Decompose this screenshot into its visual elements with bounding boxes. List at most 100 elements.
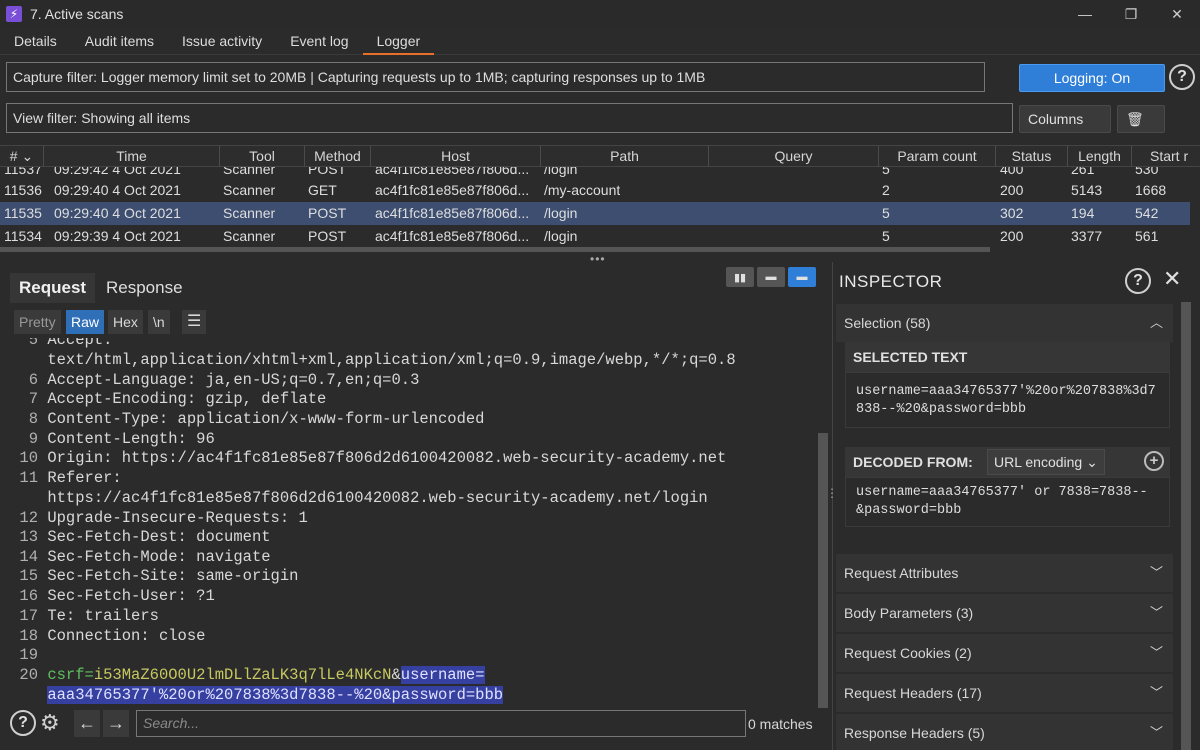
column-header-path[interactable]: Path (541, 146, 709, 167)
capture-filter-bar[interactable]: Capture filter: Logger memory limit set … (6, 62, 985, 92)
chevron-down-icon: ﹀ (1149, 685, 1163, 700)
section-request-cookies[interactable]: Request Cookies (2) ﹀ (836, 634, 1173, 672)
table-header: # ⌄ Time Tool Method Host Path Query Par… (0, 145, 1200, 167)
column-header-time[interactable]: Time (44, 146, 220, 167)
menu-icon[interactable]: ☰ (182, 310, 207, 334)
layout-stacked-icon[interactable]: ▬ (757, 267, 785, 287)
editor-scrollbar[interactable] (818, 433, 828, 708)
table-horizontal-scrollbar[interactable] (0, 247, 990, 252)
inspector-title: INSPECTOR (839, 272, 943, 291)
tab-response[interactable]: Response (97, 273, 192, 303)
clear-log-button[interactable]: 🗑 ⌄ (1117, 105, 1165, 153)
code-line: 18 Connection: close (19, 627, 206, 645)
decoded-from-box: DECODED FROM: URL encoding ⌄ + username=… (845, 447, 1170, 527)
burp-bolt-icon: ⚡ (6, 6, 22, 22)
column-header-host[interactable]: Host (371, 146, 541, 167)
chevron-down-icon: ﹀ (1149, 565, 1163, 580)
selected-text-value[interactable]: username=aaa34765377'%20or%207838%3d7838… (845, 372, 1170, 428)
add-icon[interactable]: + (1144, 451, 1164, 471)
columns-label: Columns (1028, 111, 1084, 127)
selected-text-box: SELECTED TEXT username=aaa34765377'%20or… (845, 342, 1170, 428)
newline-toggle-button[interactable]: \n (148, 310, 170, 334)
code-line: 17 Te: trailers (19, 607, 159, 625)
match-count: 0 matches (748, 716, 813, 732)
window-title: 7. Active scans (30, 6, 124, 22)
column-header-status[interactable]: Status (996, 146, 1068, 167)
selected-text-header: SELECTED TEXT (845, 342, 1170, 372)
arrow-right-icon[interactable]: → (103, 710, 129, 737)
code-line: 5 Accept: (28, 338, 113, 349)
decoded-from-header: DECODED FROM: URL encoding ⌄ + (845, 447, 1170, 477)
tab-event-log[interactable]: Event log (276, 28, 362, 55)
code-line: 16 Sec-Fetch-User: ?1 (19, 587, 215, 605)
maximize-icon[interactable]: ❐ (1108, 0, 1154, 28)
search-input[interactable]: Search... (136, 710, 746, 737)
code-line: https://ac4f1fc81e85e87f806d2d6100420082… (47, 489, 708, 507)
tab-issue-activity[interactable]: Issue activity (168, 28, 276, 55)
pretty-button[interactable]: Pretty (14, 310, 61, 334)
close-icon[interactable]: ✕ (1154, 0, 1200, 28)
section-request-headers[interactable]: Request Headers (17) ﹀ (836, 674, 1173, 712)
column-header-num[interactable]: # ⌄ (0, 146, 44, 167)
request-response-panel: Request Response ▮▮ ▬ ▬ Pretty Raw Hex \… (10, 265, 828, 710)
code-line-body-wrap: aaa34765377'%20or%207838%3d7838--%20&pas… (10, 685, 504, 705)
layout-side-by-side-icon[interactable]: ▮▮ (726, 267, 754, 287)
raw-button[interactable]: Raw (66, 310, 105, 334)
chevron-down-icon: ⌄ (1086, 454, 1098, 470)
column-header-method[interactable]: Method (305, 146, 371, 167)
column-header-param-count[interactable]: Param count (879, 146, 996, 167)
section-body-parameters[interactable]: Body Parameters (3) ﹀ (836, 594, 1173, 632)
tab-audit-items[interactable]: Audit items (71, 28, 168, 55)
chevron-up-icon: ︿ (1149, 315, 1163, 330)
table-row[interactable]: 11536 09:29:40 4 Oct 2021 Scanner GET ac… (0, 179, 1190, 202)
code-line: 9 Content-Length: 96 (28, 430, 215, 448)
decoded-text-value[interactable]: username=aaa34765377' or 7838=7838-- &pa… (845, 477, 1170, 527)
hex-button[interactable]: Hex (108, 310, 143, 334)
code-line: 19 (19, 646, 38, 664)
chevron-down-icon: ﹀ (1149, 645, 1163, 660)
arrow-left-icon[interactable]: ← (74, 710, 100, 737)
table-row-selected[interactable]: 11535 09:29:40 4 Oct 2021 Scanner POST a… (0, 202, 1190, 225)
column-header-start[interactable]: Start r (1132, 146, 1200, 167)
tab-logger[interactable]: Logger (362, 28, 435, 55)
help-icon[interactable]: ? (1125, 268, 1151, 294)
tab-bar: Details Audit items Issue activity Event… (0, 28, 1200, 55)
help-icon[interactable]: ? (10, 710, 36, 736)
selected-text: aaa34765377'%20or%207838%3d7838--%20&pas… (47, 686, 504, 704)
settings-gear-icon[interactable]: ⚙ (40, 710, 60, 736)
view-filter-bar[interactable]: View filter: Showing all items (6, 103, 1013, 133)
section-response-headers[interactable]: Response Headers (5) ﹀ (836, 714, 1173, 750)
trash-icon: 🗑 (1126, 111, 1144, 127)
request-editor[interactable]: 5 Accept: text/html,application/xhtml+xm… (10, 338, 818, 708)
log-table: 11537 09:29:42 4 Oct 2021 Scanner POST a… (0, 167, 1190, 247)
code-line: 11 Referer: (19, 469, 122, 487)
code-line: 13 Sec-Fetch-Dest: document (19, 528, 271, 546)
code-line: 7 Accept-Encoding: gzip, deflate (28, 390, 327, 408)
code-line: 10 Origin: https://ac4f1fc81e85e87f806d2… (19, 449, 727, 467)
column-header-length[interactable]: Length (1068, 146, 1132, 167)
code-line-body: 20 csrf=i53MaZ60O0U2lmDLlZaLK3q7lLe4NKcN… (19, 666, 485, 684)
close-icon[interactable]: ✕ (1163, 266, 1181, 292)
chevron-down-icon: ﹀ (1149, 605, 1163, 620)
tab-details[interactable]: Details (0, 28, 71, 55)
table-row[interactable]: 11534 09:29:39 4 Oct 2021 Scanner POST a… (0, 225, 1190, 247)
layout-single-icon[interactable]: ▬ (788, 267, 816, 287)
inspector-scrollbar[interactable] (1181, 302, 1191, 750)
columns-button[interactable]: Columns ⌄ (1019, 105, 1111, 153)
logging-toggle-button[interactable]: Logging: On (1019, 64, 1165, 92)
column-header-query[interactable]: Query (709, 146, 879, 167)
inspector-panel: INSPECTOR ? ✕ Selection (58) ︿ SELECTED … (832, 262, 1200, 750)
code-line: text/html,application/xhtml+xml,applicat… (47, 351, 736, 369)
panel-splitter-handle[interactable]: ⋮ (826, 487, 838, 499)
encoding-select[interactable]: URL encoding ⌄ (987, 449, 1105, 475)
minimize-icon[interactable]: — (1062, 0, 1108, 28)
selection-section-header[interactable]: Selection (58) ︿ (836, 304, 1173, 342)
section-request-attributes[interactable]: Request Attributes ﹀ (836, 554, 1173, 592)
sort-desc-icon: ⌄ (21, 148, 34, 164)
column-header-tool[interactable]: Tool (220, 146, 305, 167)
title-bar: ⚡ 7. Active scans — ❐ ✕ (0, 0, 1200, 28)
tab-request[interactable]: Request (10, 273, 96, 303)
code-line: 14 Sec-Fetch-Mode: navigate (19, 548, 271, 566)
splitter-handle[interactable]: ••• (590, 252, 606, 266)
help-icon[interactable]: ? (1169, 64, 1195, 90)
